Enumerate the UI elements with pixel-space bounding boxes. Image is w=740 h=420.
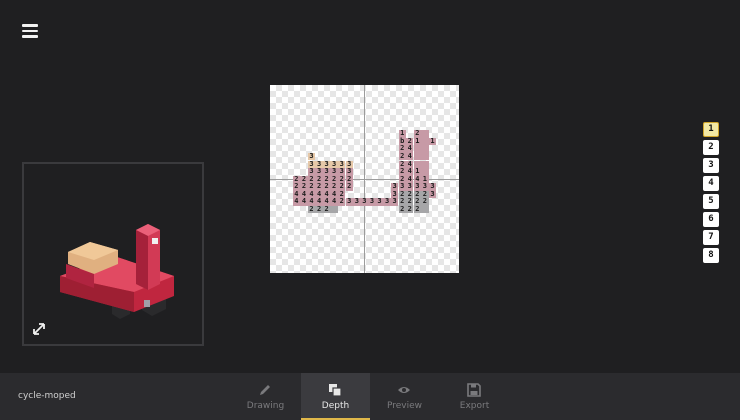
- depth-level-4[interactable]: 4: [703, 176, 719, 191]
- grid-cell[interactable]: 4: [300, 197, 308, 206]
- grid-cell[interactable]: [421, 137, 429, 146]
- expand-icon[interactable]: [32, 322, 46, 336]
- grid-cell[interactable]: 3: [360, 197, 369, 206]
- grid-cell[interactable]: 3: [368, 197, 376, 206]
- grid-cell[interactable]: 2: [406, 205, 414, 214]
- grid-cell[interactable]: 2: [421, 197, 429, 206]
- depth-level-7[interactable]: 7: [703, 230, 719, 245]
- depth-level-3[interactable]: 3: [703, 158, 719, 173]
- grid-cell[interactable]: 3: [390, 197, 399, 206]
- bottom-bar: cycle-moped Drawing Depth Preview Export: [0, 373, 740, 420]
- depth-canvas[interactable]: 12b2112432433333324333333241222222222441…: [270, 85, 459, 273]
- depth-level-2[interactable]: 2: [703, 140, 719, 155]
- grid-cell[interactable]: [421, 130, 429, 138]
- tab-export[interactable]: Export: [440, 373, 509, 420]
- grid-cell[interactable]: 1: [413, 137, 422, 146]
- depth-level-selector[interactable]: 1 2 3 4 5 6 7 8: [703, 122, 719, 266]
- menu-icon[interactable]: [22, 24, 38, 38]
- grid-cell[interactable]: 2: [413, 205, 422, 214]
- tab-preview[interactable]: Preview: [370, 373, 439, 420]
- grid-cell[interactable]: 2: [307, 205, 316, 214]
- grid-cell[interactable]: 2: [322, 205, 331, 214]
- grid-cell[interactable]: [421, 145, 429, 153]
- grid-cell[interactable]: 2: [338, 197, 346, 206]
- grid-cell[interactable]: 2: [398, 205, 406, 214]
- tab-export-label: Export: [459, 401, 490, 411]
- eye-icon: [398, 387, 410, 393]
- grid-cell[interactable]: [413, 145, 422, 153]
- grid-cell[interactable]: [330, 205, 338, 214]
- depth-level-5[interactable]: 5: [703, 194, 719, 209]
- grid-cell[interactable]: [421, 160, 429, 168]
- tab-depth[interactable]: Depth: [301, 373, 370, 420]
- depth-level-6[interactable]: 6: [703, 212, 719, 227]
- grid-cell[interactable]: 2: [345, 182, 353, 191]
- grid-cell[interactable]: 3: [428, 190, 437, 199]
- tab-drawing-label: Drawing: [246, 401, 285, 411]
- grid-cell[interactable]: 2: [315, 205, 323, 214]
- grid-cell[interactable]: 3: [353, 197, 361, 206]
- tab-drawing[interactable]: Drawing: [231, 373, 300, 420]
- pencil-icon: [260, 385, 270, 395]
- grid-cell[interactable]: 4: [292, 197, 301, 206]
- layers-icon: [329, 384, 342, 397]
- file-name: cycle-moped: [18, 391, 76, 401]
- tab-depth-label: Depth: [321, 401, 350, 411]
- depth-level-8[interactable]: 8: [703, 248, 719, 263]
- grid-cell[interactable]: 4: [330, 197, 338, 206]
- tab-preview-label: Preview: [386, 401, 423, 411]
- grid-cell[interactable]: [421, 153, 429, 161]
- grid-cell[interactable]: 3: [375, 197, 384, 206]
- moped-3d-preview: [60, 224, 174, 319]
- grid-cell[interactable]: [421, 205, 429, 214]
- grid-cell[interactable]: 3: [345, 197, 353, 206]
- grid-cell[interactable]: [413, 153, 422, 161]
- grid-cell[interactable]: 1: [428, 137, 437, 146]
- save-icon: [467, 383, 481, 397]
- grid-cell[interactable]: 3: [383, 197, 391, 206]
- 3d-preview-panel[interactable]: [22, 162, 204, 346]
- depth-level-1[interactable]: 1: [703, 122, 719, 137]
